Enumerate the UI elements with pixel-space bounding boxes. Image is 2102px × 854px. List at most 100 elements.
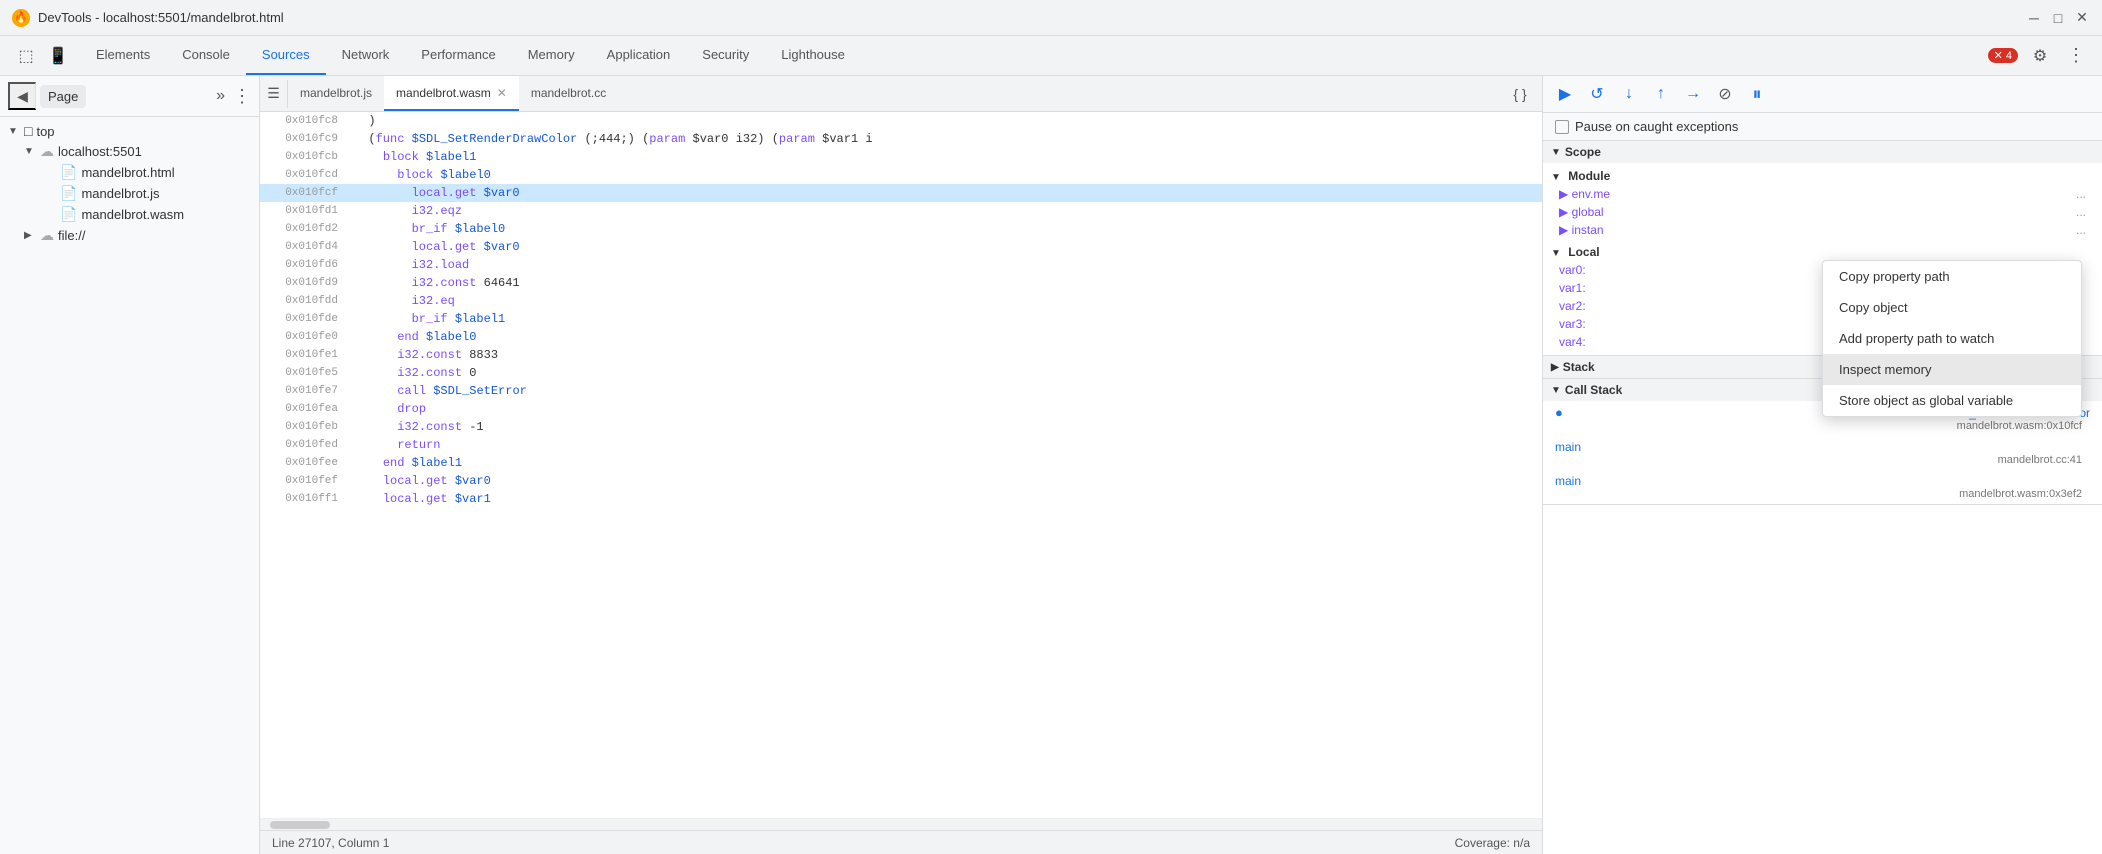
code-line: 0x010fea drop — [260, 400, 1542, 418]
tab-network[interactable]: Network — [326, 36, 406, 75]
step-button[interactable]: → — [1679, 80, 1707, 108]
code-line: 0x010ff1 local.get $var1 — [260, 490, 1542, 508]
code-line: 0x010fd9 i32.const 64641 — [260, 274, 1542, 292]
tree-item-localhost[interactable]: ▼ ☁ localhost:5501 — [16, 141, 259, 162]
maximize-button[interactable]: □ — [2050, 10, 2066, 26]
code-lines-container: 0x010fc8 ) 0x010fc9 (func $SDL_SetRender… — [260, 112, 1542, 818]
code-tab-mandelbrot-wasm[interactable]: mandelbrot.wasm ✕ — [384, 76, 519, 111]
module-label: ▼ Module — [1543, 167, 2102, 185]
more-options-button[interactable]: ⋮ — [2062, 42, 2090, 70]
code-line: 0x010fe1 i32.const 8833 — [260, 346, 1542, 364]
pause-button[interactable]: ⏸ — [1743, 80, 1771, 108]
source-tree: ▼ □ top ▼ ☁ localhost:5501 📄 mandelbrot.… — [0, 117, 259, 854]
call-stack-item-main-wasm[interactable]: main mandelbrot.wasm:0x3ef2 — [1543, 470, 2102, 504]
scope-item-env[interactable]: ▶ env.me... — [1543, 185, 2102, 203]
call-stack-loc-sdl: mandelbrot.wasm:0x10fcf — [1555, 420, 2090, 432]
code-tab-mandelbrot-js[interactable]: mandelbrot.js — [288, 76, 384, 111]
main-content: ◀ Page » ⋮ ▼ □ top ▼ ☁ localhost:5501 — [0, 76, 2102, 854]
tree-item-top[interactable]: ▼ □ top — [0, 121, 259, 141]
code-line: 0x010fd4 local.get $var0 — [260, 238, 1542, 256]
tree-item-mandelbrot-wasm[interactable]: 📄 mandelbrot.wasm — [36, 204, 259, 225]
scope-header[interactable]: ▼ Scope — [1543, 141, 2102, 163]
code-tab-mandelbrot-cc[interactable]: mandelbrot.cc — [519, 76, 618, 111]
sidebar-options-button[interactable]: ⋮ — [233, 86, 251, 107]
sidebar-back-button[interactable]: ◀ — [8, 82, 36, 110]
error-count: 4 — [2006, 50, 2012, 62]
minimize-button[interactable]: ─ — [2026, 10, 2042, 26]
settings-button[interactable]: ⚙ — [2026, 42, 2054, 70]
devtools-tabbar: ⬚ 📱 Elements Console Sources Network Per… — [0, 36, 2102, 76]
call-stack-item-main-cc[interactable]: main mandelbrot.cc:41 — [1543, 436, 2102, 470]
code-line: 0x010fe0 end $label0 — [260, 328, 1542, 346]
tab-application[interactable]: Application — [591, 36, 687, 75]
device-toolbar-button[interactable]: 📱 — [44, 42, 72, 70]
debugger-panel: ▶ ↺ ↓ ↑ → ⊘ ⏸ Pause on caught exceptions… — [1542, 76, 2102, 854]
pause-exceptions-checkbox[interactable] — [1555, 120, 1569, 134]
tab-extras: ✕ 4 ⚙ ⋮ — [1980, 42, 2098, 70]
code-editor-area: ☰ mandelbrot.js mandelbrot.wasm ✕ mandel… — [260, 76, 1542, 854]
debugger-controls: ▶ ↺ ↓ ↑ → ⊘ ⏸ — [1543, 76, 2102, 113]
context-menu-copy-path[interactable]: Copy property path — [1823, 261, 2081, 292]
scope-item-global[interactable]: ▶ global... — [1543, 203, 2102, 221]
deactivate-breakpoints-button[interactable]: ⊘ — [1711, 80, 1739, 108]
sources-sidebar: ◀ Page » ⋮ ▼ □ top ▼ ☁ localhost:5501 — [0, 76, 260, 854]
call-stack-loc-main-wasm: mandelbrot.wasm:0x3ef2 — [1555, 488, 2090, 500]
code-line: 0x010fed return — [260, 436, 1542, 454]
main-tabs: Elements Console Sources Network Perform… — [80, 36, 1980, 75]
code-tab-back-button[interactable]: ☰ — [260, 80, 288, 108]
context-menu-copy-object[interactable]: Copy object — [1823, 292, 2081, 323]
code-editor[interactable]: 0x010fc8 ) 0x010fc9 (func $SDL_SetRender… — [260, 112, 1542, 818]
format-button[interactable]: { } — [1506, 80, 1534, 108]
code-line: 0x010fd1 i32.eqz — [260, 202, 1542, 220]
tree-item-mandelbrot-html[interactable]: 📄 mandelbrot.html — [36, 162, 259, 183]
devtools-toolbar: ⬚ 📱 — [4, 42, 80, 70]
code-tab-actions: { } — [1498, 80, 1542, 108]
window-title: DevTools - localhost:5501/mandelbrot.htm… — [38, 10, 2018, 25]
tab-performance[interactable]: Performance — [405, 36, 511, 75]
code-line: 0x010fc9 (func $SDL_SetRenderDrawColor (… — [260, 130, 1542, 148]
cursor-position: Line 27107, Column 1 — [272, 836, 389, 850]
step-over-button[interactable]: ↺ — [1583, 80, 1611, 108]
sidebar-header: ◀ Page » ⋮ — [0, 76, 259, 117]
close-button[interactable]: ✕ — [2074, 10, 2090, 26]
local-label: ▼ Local — [1543, 243, 2102, 261]
call-stack-loc-main-cc: mandelbrot.cc:41 — [1555, 454, 2090, 466]
tree-item-file[interactable]: ▶ ☁ file:// — [16, 225, 259, 246]
code-line: 0x010fd6 i32.load — [260, 256, 1542, 274]
scope-item-instan[interactable]: ▶ instan... — [1543, 221, 2102, 239]
coverage-status: Coverage: n/a — [1455, 836, 1530, 850]
sidebar-more-button[interactable]: » — [216, 87, 225, 105]
code-line: 0x010fdd i32.eq — [260, 292, 1542, 310]
tab-memory[interactable]: Memory — [512, 36, 591, 75]
pause-exceptions-row: Pause on caught exceptions — [1543, 113, 2102, 141]
code-file-tabs: ☰ mandelbrot.js mandelbrot.wasm ✕ mandel… — [260, 76, 1542, 112]
tab-sources[interactable]: Sources — [246, 36, 326, 75]
code-line: 0x010fcd block $label0 — [260, 166, 1542, 184]
status-bar: Line 27107, Column 1 Coverage: n/a — [260, 830, 1542, 854]
code-line: 0x010fd2 br_if $label0 — [260, 220, 1542, 238]
app-icon: 🔥 — [12, 9, 30, 27]
tab-security[interactable]: Security — [686, 36, 765, 75]
context-menu-store-global[interactable]: Store object as global variable — [1823, 385, 2081, 416]
tab-close-wasm[interactable]: ✕ — [497, 86, 507, 100]
code-line: 0x010fe7 call $SDL_SetError — [260, 382, 1542, 400]
code-line-highlighted: 0x010fcf local.get $var0 — [260, 184, 1542, 202]
step-out-button[interactable]: ↑ — [1647, 80, 1675, 108]
inspect-element-button[interactable]: ⬚ — [12, 42, 40, 70]
code-line: 0x010feb i32.const -1 — [260, 418, 1542, 436]
horizontal-scrollbar[interactable] — [260, 818, 1542, 830]
code-line: 0x010fc8 ) — [260, 112, 1542, 130]
window-controls: ─ □ ✕ — [2026, 10, 2090, 26]
tree-item-mandelbrot-js[interactable]: 📄 mandelbrot.js — [36, 183, 259, 204]
context-menu-add-watch[interactable]: Add property path to watch — [1823, 323, 2081, 354]
code-line: 0x010fee end $label1 — [260, 454, 1542, 472]
resume-button[interactable]: ▶ — [1551, 80, 1579, 108]
code-line: 0x010fde br_if $label1 — [260, 310, 1542, 328]
tab-elements[interactable]: Elements — [80, 36, 166, 75]
sidebar-tab-page[interactable]: Page — [40, 85, 86, 108]
tab-console[interactable]: Console — [166, 36, 246, 75]
tab-lighthouse[interactable]: Lighthouse — [765, 36, 861, 75]
step-into-button[interactable]: ↓ — [1615, 80, 1643, 108]
context-menu-inspect-memory[interactable]: Inspect memory — [1823, 354, 2081, 385]
titlebar: 🔥 DevTools - localhost:5501/mandelbrot.h… — [0, 0, 2102, 36]
